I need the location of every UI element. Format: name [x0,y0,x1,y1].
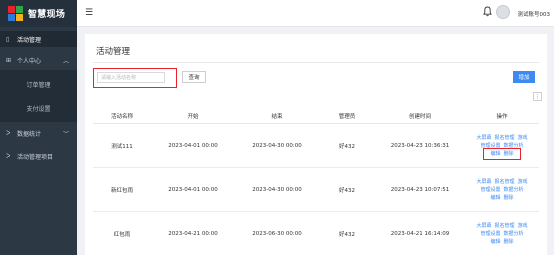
column-header: 开始 [187,113,199,120]
username[interactable]: 测试账号003 [518,10,551,18]
sidebar-subitem-label: 支付设置 [26,105,51,113]
page-title: 活动管理 [96,47,131,57]
cell-created: 2023-04-23 10:07:51 [390,186,450,193]
app-root: 智慧现场 ▯ 活动管理 ⊞ 个人中心 ︿ 订单管理 支付设置 ᐳ 数据统计 ﹀ … [0,0,554,255]
delete-link[interactable]: 删除 [504,150,514,158]
cell-operations: 大屏幕 报名管理 游戏 管理设置 数据分析 编辑 删除 [465,125,539,167]
column-header: 操作 [496,113,508,120]
table-header: 活动名称 开始 结束 管理员 创建时间 操作 [93,107,539,124]
big-screen-link[interactable]: 大屏幕 [476,134,491,142]
cell-operations: 大屏幕 报名管理 游戏 管理设置 数据分析 编辑 删除 [465,212,539,255]
cell-name: 新红包雨 [110,187,133,194]
brand-name: 智慧现场 [28,10,66,20]
table-row: 新红包雨 2023-04-01 00:00 2023-04-30 00:00 好… [93,168,539,212]
manage-settings-link[interactable]: 管理设置 [480,230,500,238]
cell-start: 2023-04-21 00:00 [168,230,218,237]
topbar: ☰ 测试账号003 [77,0,554,27]
column-settings-icon[interactable]: ⋮ [533,92,542,101]
column-header: 管理员 [338,113,356,120]
search-input[interactable] [97,72,165,83]
divider [92,62,540,63]
search-highlight [93,68,177,88]
sidebar-subitem-label: 订单管理 [26,81,51,89]
delete-link[interactable]: 删除 [504,238,514,246]
cell-end: 2023-04-30 00:00 [252,186,302,193]
signup-manage-link[interactable]: 报名管理 [494,134,514,142]
data-analysis-link[interactable]: 数据分析 [504,186,524,194]
brand-logo [8,6,23,21]
cell-end: 2023-06-30 00:00 [252,230,302,237]
cell-admin: 好432 [339,231,355,238]
column-header: 结束 [271,113,283,120]
sidebar-item-personal[interactable]: ⊞ 个人中心 ︿ [0,52,77,68]
data-analysis-link[interactable]: 数据分析 [504,230,524,238]
cell-name: 红包雨 [113,231,131,238]
sidebar-item-activity[interactable]: ▯ 活动管理 [0,31,77,47]
sidebar-subitem-orders[interactable]: 订单管理 [0,76,77,92]
add-button[interactable]: 增加 [513,71,535,83]
game-link[interactable]: 游戏 [518,134,528,142]
query-button[interactable]: 查询 [182,71,206,83]
bell-icon[interactable] [483,6,492,17]
manage-settings-link[interactable]: 管理设置 [480,186,500,194]
avatar[interactable] [496,5,510,19]
edit-link[interactable]: 编辑 [490,238,500,246]
submenu: 订单管理 支付设置 [0,70,77,122]
grid-icon: ⊞ [6,56,12,64]
brand: 智慧现场 [0,0,77,27]
sidebar-item-label: 个人中心 [17,57,42,65]
chart-icon: ᐳ [6,152,11,160]
sidebar-item-stats[interactable]: ᐳ 数据统计 ﹀ [0,125,77,141]
edit-link[interactable]: 编辑 [490,150,500,158]
column-header: 活动名称 [110,113,133,120]
game-link[interactable]: 游戏 [518,178,528,186]
big-screen-link[interactable]: 大屏幕 [476,222,491,230]
cell-start: 2023-04-01 00:00 [168,143,218,149]
chart-icon: ᐳ [6,129,11,137]
data-analysis-link[interactable]: 数据分析 [504,142,524,150]
manage-settings-link[interactable]: 管理设置 [480,142,500,150]
table-row: 测试111 2023-04-01 00:00 2023-04-30 00:00 … [93,125,539,168]
cell-operations: 大屏幕 报名管理 游戏 管理设置 数据分析 编辑 删除 [465,168,539,211]
chevron-up-icon: ︿ [62,57,69,65]
cell-created: 2023-04-21 16:14:09 [390,230,450,237]
cell-end: 2023-04-30 00:00 [252,143,302,149]
doc-icon: ▯ [6,35,10,43]
cell-name: 测试111 [111,144,133,150]
column-header: 创建时间 [408,113,431,120]
sidebar-subitem-payment[interactable]: 支付设置 [0,100,77,116]
table-row: 红包雨 2023-04-21 00:00 2023-06-30 00:00 好4… [93,212,539,255]
cell-start: 2023-04-01 00:00 [168,186,218,193]
big-screen-link[interactable]: 大屏幕 [476,178,491,186]
delete-link[interactable]: 删除 [504,194,514,202]
sidebar: 智慧现场 ▯ 活动管理 ⊞ 个人中心 ︿ 订单管理 支付设置 ᐳ 数据统计 ﹀ … [0,0,77,255]
cell-created: 2023-04-23 10:36:31 [390,143,450,149]
sidebar-item-label: 数据统计 [17,130,42,138]
sidebar-item-activity-project[interactable]: ᐳ 活动管理项目 [0,148,77,164]
edit-link[interactable]: 编辑 [490,194,500,202]
sidebar-item-label: 活动管理项目 [17,153,54,161]
main-panel: 活动管理 查询 增加 ⋮ 活动名称 开始 结束 管理员 创建时间 操作 测试11… [85,34,547,255]
game-link[interactable]: 游戏 [518,222,528,230]
cell-admin: 好432 [339,144,355,150]
sidebar-item-label: 活动管理 [17,36,42,44]
menu-toggle-icon[interactable]: ☰ [85,8,93,18]
edit-delete-highlight: 编辑 删除 [483,148,521,160]
chevron-down-icon: ﹀ [62,130,69,138]
cell-admin: 好432 [339,187,355,194]
signup-manage-link[interactable]: 报名管理 [494,178,514,186]
signup-manage-link[interactable]: 报名管理 [494,222,514,230]
